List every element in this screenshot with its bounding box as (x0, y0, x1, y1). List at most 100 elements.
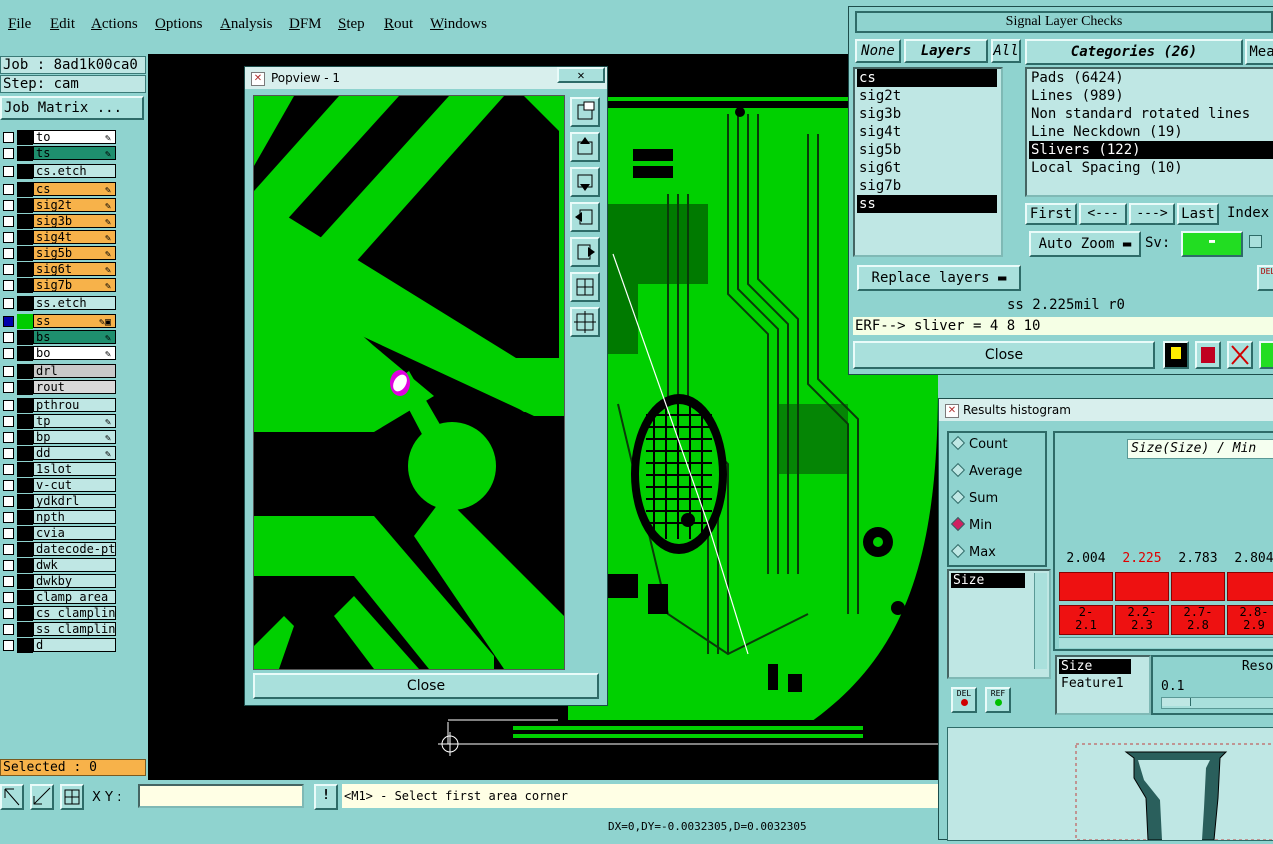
alert-icon[interactable]: ! (314, 784, 338, 810)
layer-row-datecode-pt[interactable]: datecode-pt (0, 542, 118, 557)
layer-checkbox[interactable] (3, 400, 14, 411)
layer-item-sig3b[interactable]: sig3b (857, 105, 997, 123)
option-min[interactable]: Min (950, 516, 992, 533)
layer-name[interactable]: tp ✎ (33, 414, 116, 428)
layer-name[interactable]: rout (33, 380, 116, 394)
pan-right-icon[interactable] (570, 237, 600, 267)
bar-range-label[interactable]: 2.8- 2.9 (1227, 605, 1273, 635)
layer-color-swatch[interactable] (17, 198, 33, 213)
layer-color-swatch[interactable] (17, 510, 33, 525)
popview-canvas[interactable] (253, 95, 565, 670)
layer-name[interactable]: to ✎ (33, 130, 116, 144)
radio-icon[interactable] (950, 462, 966, 478)
slider-thumb[interactable] (1162, 698, 1191, 706)
histogram-bar[interactable] (1171, 572, 1225, 601)
histogram-bar[interactable] (1115, 572, 1169, 601)
layer-row-dwkby[interactable]: dwkby (0, 574, 118, 589)
layer-checkbox[interactable] (3, 280, 14, 291)
size-list[interactable]: Size (947, 569, 1051, 679)
layer-color-swatch[interactable] (17, 414, 33, 429)
layer-color-swatch[interactable] (17, 296, 33, 311)
layer-checkbox[interactable] (3, 464, 14, 475)
field-list-item[interactable]: Size (1059, 659, 1131, 674)
layer-checkbox[interactable] (3, 432, 14, 443)
layer-color-swatch[interactable] (17, 622, 33, 637)
signal-layer-list[interactable]: cs sig2t sig3b sig4t sig5b sig6t sig7b ss (853, 67, 1003, 257)
layer-checkbox[interactable] (3, 496, 14, 507)
none-button[interactable]: None (855, 39, 901, 63)
del-button[interactable]: DEL (951, 687, 977, 713)
layer-item-ss[interactable]: ss (857, 195, 997, 213)
layer-color-swatch[interactable] (17, 526, 33, 541)
horizontal-scrollbar[interactable] (1059, 637, 1273, 648)
radio-icon[interactable] (950, 543, 966, 559)
layer-checkbox[interactable] (3, 560, 14, 571)
menu-analysis[interactable]: Analysis (220, 16, 273, 33)
option-sum[interactable]: Sum (950, 489, 998, 506)
layer-row-ts[interactable]: ts ✎ (0, 146, 118, 161)
layer-row-ss[interactable]: ss ✎▣ (0, 314, 118, 329)
layer-row-tp[interactable]: tp ✎ (0, 414, 118, 429)
layer-checkbox[interactable] (3, 316, 14, 327)
layer-row-clamp_area[interactable]: clamp_area (0, 590, 118, 605)
layer-checkbox[interactable] (3, 512, 14, 523)
popview-close-button[interactable]: Close (253, 673, 599, 699)
bar-range-label[interactable]: 2.7- 2.8 (1171, 605, 1225, 635)
layer-color-swatch[interactable] (17, 278, 33, 293)
layer-row-sig6t[interactable]: sig6t ✎ (0, 262, 118, 277)
layer-color-swatch[interactable] (17, 146, 33, 161)
layer-name[interactable]: ss.etch (33, 296, 116, 310)
layer-name[interactable]: 1slot (33, 462, 116, 476)
layer-name[interactable]: clamp_area (33, 590, 116, 604)
layer-row-sig7b[interactable]: sig7b ✎ (0, 278, 118, 293)
layer-name[interactable]: sig6t ✎ (33, 262, 116, 276)
size-list-item[interactable]: Size (951, 573, 1025, 588)
layer-checkbox[interactable] (3, 576, 14, 587)
field-list[interactable]: Size Feature1 (1055, 655, 1151, 715)
layer-name[interactable]: pthrou (33, 398, 116, 412)
layer-color-swatch[interactable] (17, 638, 33, 653)
layer-color-swatch[interactable] (17, 542, 33, 557)
layer-color-swatch[interactable] (17, 230, 33, 245)
layer-checkbox[interactable] (3, 608, 14, 619)
zoom-out-icon[interactable] (570, 307, 600, 337)
last-button[interactable]: Last (1177, 203, 1219, 225)
field-list-item[interactable]: Feature1 (1059, 676, 1147, 691)
layer-checkbox[interactable] (3, 348, 14, 359)
layer-row-sig3b[interactable]: sig3b ✎ (0, 214, 118, 229)
select-tool-icon[interactable] (0, 784, 24, 810)
replace-layers-dropdown[interactable]: Replace layers ▬ (857, 265, 1021, 291)
layer-checkbox[interactable] (3, 382, 14, 393)
layer-row-to[interactable]: to ✎ (0, 130, 118, 145)
layer-item-sig5b[interactable]: sig5b (857, 141, 997, 159)
menu-file[interactable]: File (8, 16, 31, 33)
ref-delete-icon[interactable] (1227, 341, 1253, 369)
layer-color-swatch[interactable] (17, 330, 33, 345)
layer-checkbox[interactable] (3, 416, 14, 427)
layer-color-swatch[interactable] (17, 590, 33, 605)
layer-name[interactable]: sig7b ✎ (33, 278, 116, 292)
layer-row-bp[interactable]: bp ✎ (0, 430, 118, 445)
layer-row-cs.etch[interactable]: cs.etch (0, 164, 118, 179)
layer-color-swatch[interactable] (17, 164, 33, 179)
layer-row-cs_clampline[interactable]: cs_clampline (0, 606, 118, 621)
layer-name[interactable]: cs.etch (33, 164, 116, 178)
layer-color-swatch[interactable] (17, 494, 33, 509)
del-button[interactable]: DEL (1257, 265, 1273, 291)
layer-checkbox[interactable] (3, 132, 14, 143)
prev-button[interactable]: <--- (1079, 203, 1127, 225)
layer-name[interactable]: d (33, 638, 116, 652)
sv-color-dropdown[interactable]: ▬ (1181, 231, 1243, 257)
layer-color-swatch[interactable] (17, 346, 33, 361)
layer-checkbox[interactable] (3, 184, 14, 195)
category-item[interactable]: Lines (989) (1029, 87, 1273, 105)
layer-color-swatch[interactable] (17, 606, 33, 621)
layer-row-v-cut[interactable]: v-cut (0, 478, 118, 493)
radio-icon[interactable] (950, 435, 966, 451)
option-average[interactable]: Average (950, 462, 1022, 479)
layer-item-sig6t[interactable]: sig6t (857, 159, 997, 177)
option-max[interactable]: Max (950, 543, 996, 560)
radio-icon[interactable] (950, 489, 966, 505)
layer-row-rout[interactable]: rout (0, 380, 118, 395)
layer-checkbox[interactable] (3, 366, 14, 377)
